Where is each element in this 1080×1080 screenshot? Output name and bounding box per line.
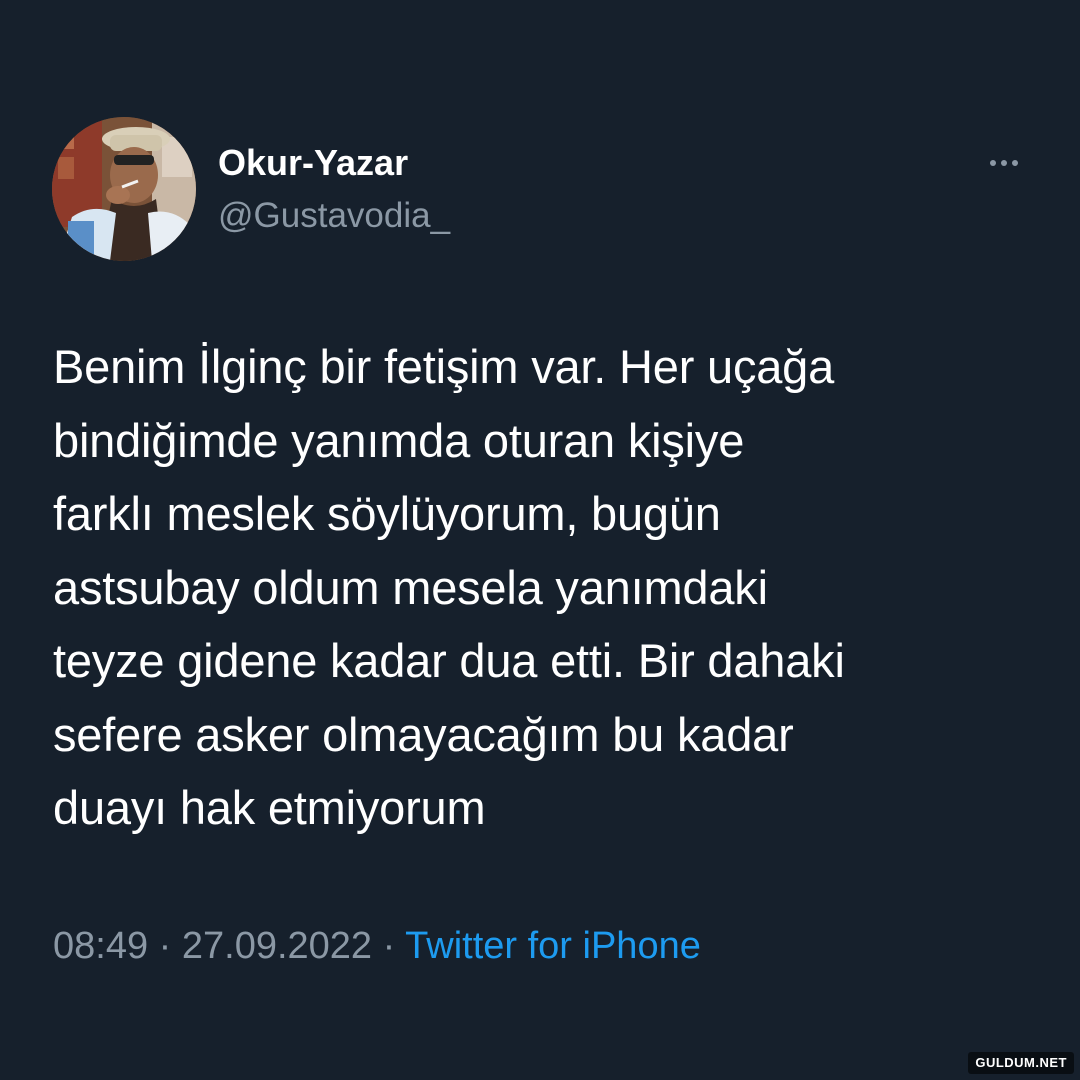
tweet-text-line: sefere asker olmayacağım bu kadar <box>53 707 794 761</box>
meta-separator: · <box>148 925 182 967</box>
tweet-text-line: astsubay oldum mesela yanımdaki <box>53 560 768 614</box>
tweet-date[interactable]: 27.09.2022 <box>182 925 372 967</box>
meta-separator: · <box>372 925 406 967</box>
tweet-source-link[interactable]: Twitter for iPhone <box>405 925 701 967</box>
tweet-text-line: Benim İlginç bir fetişim var. Her uçağa <box>53 340 835 393</box>
tweet-text-line: duayı hak etmiyorum <box>53 781 486 834</box>
user-handle[interactable]: @Gustavodia_ <box>218 194 450 238</box>
watermark: GULDUM.NET <box>968 1052 1074 1074</box>
tweet-text: Benim İlginç bir fetişim var. Her uçağa … <box>53 330 1043 845</box>
more-horizontal-icon <box>990 160 996 166</box>
profile-photo-icon <box>52 117 196 261</box>
tweet-meta: 08:49 · 27.09.2022 · Twitter for iPhone <box>53 921 701 971</box>
tweet-card: Okur-Yazar @Gustavodia_ Benim İlginç bir… <box>0 0 1080 1080</box>
display-name[interactable]: Okur-Yazar <box>218 141 408 185</box>
tweet-text-line: teyze gidene kadar dua etti. Bir dahaki <box>53 634 845 687</box>
tweet-text-line: bindiğimde yanımda oturan kişiye <box>53 413 745 467</box>
avatar[interactable] <box>52 117 196 261</box>
more-horizontal-icon <box>1001 160 1007 166</box>
more-horizontal-icon <box>1012 160 1018 166</box>
tweet-time[interactable]: 08:49 <box>53 925 148 967</box>
tweet-text-line: farklı meslek söylüyorum, bugün <box>53 487 721 540</box>
more-options-button[interactable] <box>980 146 1028 180</box>
